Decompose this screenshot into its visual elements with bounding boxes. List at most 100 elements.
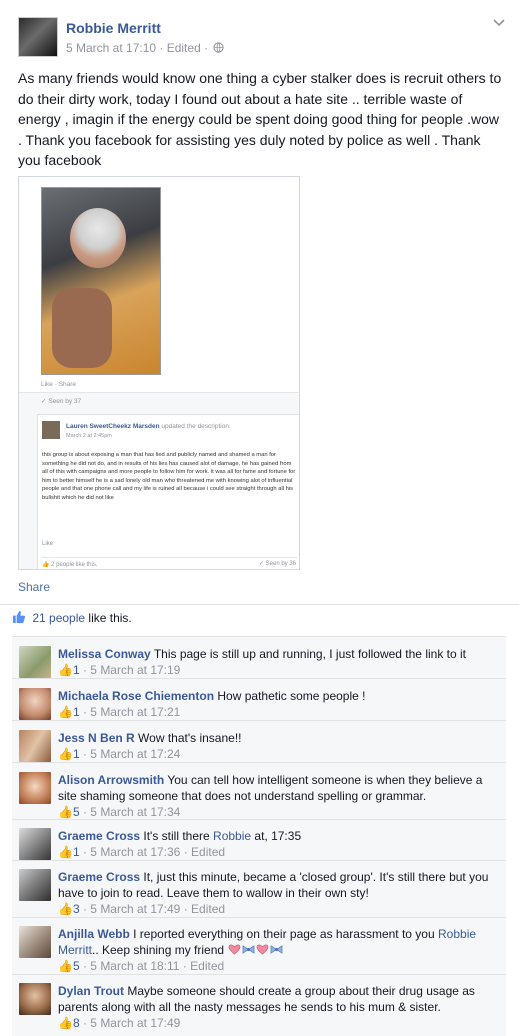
avatar[interactable]: [19, 869, 51, 901]
comment-time[interactable]: · 5 March at 17:19: [80, 663, 180, 677]
comment-like-count[interactable]: 5: [73, 959, 80, 973]
likes-suffix: like this.: [85, 611, 132, 625]
comment-meta: 👍1 · 5 March at 17:24: [58, 746, 498, 762]
chevron-down-icon[interactable]: [492, 16, 506, 31]
photo-person-head: [70, 208, 126, 268]
card-author: Lauren SweetCheekz Marsden: [66, 423, 160, 430]
avatar[interactable]: [19, 926, 51, 958]
comment-like-count[interactable]: 3: [73, 902, 80, 916]
bow-emoji-icon: [243, 945, 255, 954]
photo-person-arm: [52, 288, 112, 368]
avatar[interactable]: [19, 983, 51, 1015]
thumbs-up-icon[interactable]: 👍: [58, 747, 73, 761]
comment: Graeme Cross It, just this minute, becam…: [12, 860, 506, 917]
thumbs-up-icon: [12, 611, 26, 623]
avatar[interactable]: [19, 772, 51, 804]
comment-author[interactable]: Graeme Cross: [58, 870, 140, 884]
card-seen-text: Seen by 36: [265, 561, 296, 567]
thumbs-up-icon[interactable]: 👍: [58, 959, 73, 973]
edited-label[interactable]: Edited: [191, 845, 225, 859]
comment-body: Graeme Cross It, just this minute, becam…: [58, 869, 498, 917]
comment-text: How pathetic some people !: [217, 689, 366, 703]
thumbs-up-icon[interactable]: 👍: [58, 845, 73, 859]
mention-link[interactable]: Robbie: [213, 829, 251, 843]
comment: Jess N Ben R Wow that's insane!! 👍1 · 5 …: [12, 720, 506, 762]
comment-body: Anjilla Webb I reported everything on th…: [58, 926, 498, 974]
comment-like-count[interactable]: 1: [73, 747, 80, 761]
post-timestamp[interactable]: 5 March at 17:10 · Edited ·: [66, 41, 208, 55]
comment-author[interactable]: Michaela Rose Chiementon: [58, 689, 214, 703]
card-avatar: [42, 421, 60, 439]
comment-author[interactable]: Jess N Ben R: [58, 731, 135, 745]
post-meta: 5 March at 17:10 · Edited ·: [66, 41, 225, 55]
share-link[interactable]: Share: [18, 580, 50, 594]
card-action: updated the description.: [159, 423, 231, 430]
thumbs-up-icon[interactable]: 👍: [58, 902, 73, 916]
edited-label[interactable]: Edited: [191, 902, 225, 916]
thumbs-up-icon[interactable]: 👍: [58, 705, 73, 719]
comment-meta: 👍5 · 5 March at 17:34: [58, 804, 498, 820]
card-text: this group is about exposing a man that …: [42, 452, 296, 501]
embedded-screenshot[interactable]: Like · Share ✓ Seen by 37 Lauren SweetCh…: [18, 176, 300, 570]
comment: Melissa Conway This page is still up and…: [12, 636, 506, 678]
comment: Dylan Trout Maybe someone should create …: [12, 974, 506, 1036]
comment: Michaela Rose Chiementon How pathetic so…: [12, 678, 506, 720]
comment-text-cont: .. Keep shining my friend: [92, 943, 228, 957]
screenshot-photo-area: Like · Share: [19, 177, 299, 393]
avatar[interactable]: [19, 828, 51, 860]
comments-list: Melissa Conway This page is still up and…: [12, 636, 506, 1036]
avatar[interactable]: [19, 730, 51, 762]
likes-summary: 21 people like this.: [12, 611, 506, 625]
comment-author[interactable]: Melissa Conway: [58, 647, 151, 661]
heart-emoji-icon: [229, 944, 241, 955]
comment: Graeme Cross It's still there Robbie at,…: [12, 819, 506, 860]
thumbs-up-icon[interactable]: 👍: [58, 663, 73, 677]
comment-time[interactable]: · 5 March at 17:36 ·: [80, 845, 191, 859]
comment-like-count[interactable]: 1: [73, 845, 80, 859]
comment-author[interactable]: Alison Arrowsmith: [58, 773, 164, 787]
comment-text: It's still there: [143, 829, 214, 843]
comment-author[interactable]: Anjilla Webb: [58, 927, 130, 941]
card-like: Like: [42, 541, 54, 547]
comment-body: Michaela Rose Chiementon How pathetic so…: [58, 688, 498, 720]
screenshot-seen: ✓ Seen by 37: [41, 397, 81, 405]
card-people-like-text: 2 people like this.: [51, 562, 98, 568]
comment-like-count[interactable]: 5: [73, 805, 80, 819]
comment-like-count[interactable]: 8: [73, 1016, 80, 1030]
post-text: As many friends would know one thing a c…: [18, 70, 502, 168]
thumbs-up-icon[interactable]: 👍: [58, 1016, 73, 1030]
screenshot-like-share: Like · Share: [41, 381, 77, 388]
thumbs-up-icon[interactable]: 👍: [58, 805, 73, 819]
comment-meta: 👍5 · 5 March at 18:11 · Edited: [58, 958, 498, 974]
author-avatar[interactable]: [18, 17, 58, 57]
comment-meta: 👍1 · 5 March at 17:19: [58, 662, 498, 678]
heart-emoji-icon: [257, 944, 269, 955]
comment-time[interactable]: · 5 March at 17:49 ·: [80, 902, 191, 916]
comment-time[interactable]: · 5 March at 17:49: [80, 1016, 180, 1030]
edited-label[interactable]: Edited: [190, 959, 224, 973]
comment-body: Jess N Ben R Wow that's insane!! 👍1 · 5 …: [58, 730, 498, 762]
comment-like-count[interactable]: 1: [73, 705, 80, 719]
card-date: March 2 at 2:45pm: [66, 433, 112, 439]
comment-author[interactable]: Graeme Cross: [58, 829, 140, 843]
comment-like-count[interactable]: 1: [73, 663, 80, 677]
comment-text: I reported everything on their page as h…: [133, 927, 438, 941]
comment-time[interactable]: · 5 March at 18:11 ·: [80, 959, 191, 973]
emoji-group: [227, 943, 283, 957]
avatar[interactable]: [19, 646, 51, 678]
comment-time[interactable]: · 5 March at 17:24: [80, 747, 180, 761]
comment-body: Graeme Cross It's still there Robbie at,…: [58, 828, 498, 860]
likes-count-link[interactable]: 21 people: [32, 611, 85, 625]
comment-body: Dylan Trout Maybe someone should create …: [58, 983, 498, 1031]
post-author[interactable]: Robbie Merritt: [66, 20, 161, 36]
comment-meta: 👍8 · 5 March at 17:49: [58, 1015, 498, 1031]
comment: Alison Arrowsmith You can tell how intel…: [12, 762, 506, 819]
bow-emoji-icon: [271, 945, 283, 954]
avatar[interactable]: [19, 688, 51, 720]
comment-text: Wow that's insane!!: [138, 731, 242, 745]
card-seen: ✓ Seen by 36: [259, 557, 296, 567]
comment-body: Melissa Conway This page is still up and…: [58, 646, 498, 678]
comment-time[interactable]: · 5 March at 17:34: [80, 805, 180, 819]
comment-time[interactable]: · 5 March at 17:21: [80, 705, 180, 719]
comment-author[interactable]: Dylan Trout: [58, 984, 124, 998]
